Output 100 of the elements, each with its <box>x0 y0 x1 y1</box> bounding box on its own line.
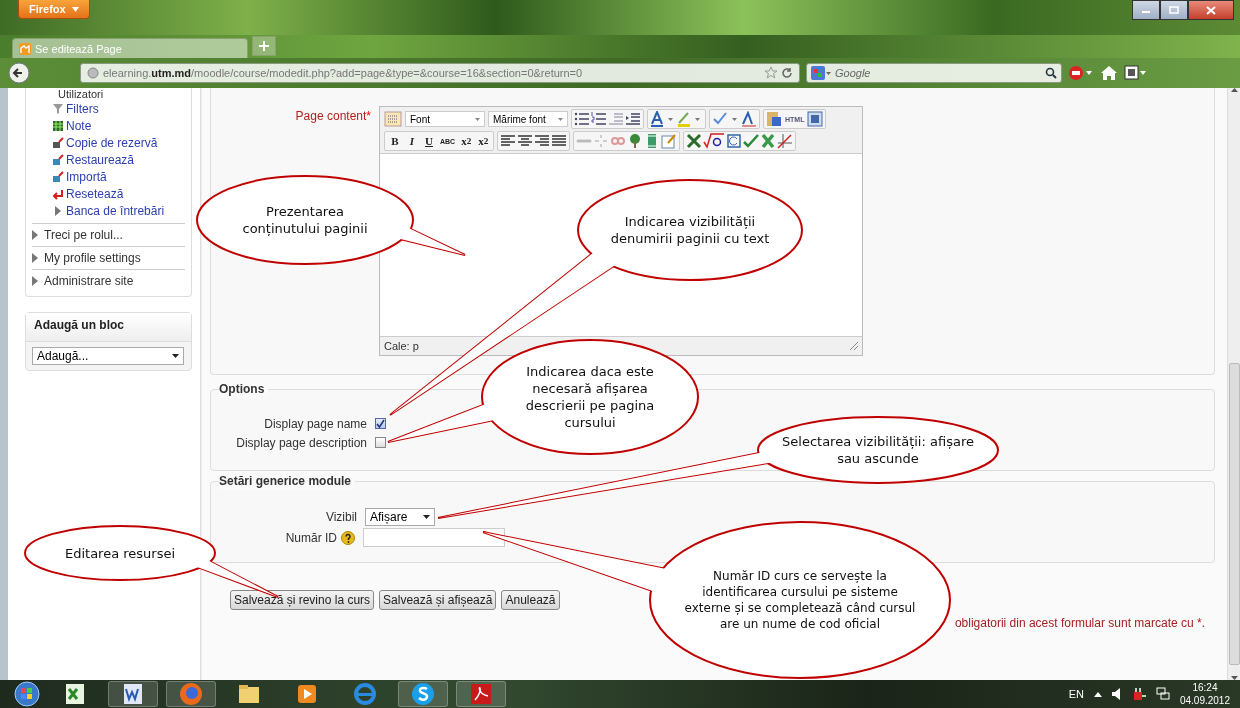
pdf-reader-icon <box>468 681 494 707</box>
edit-icon[interactable] <box>661 133 678 149</box>
styles-icon[interactable] <box>741 111 757 127</box>
field-label: Vizibil <box>324 509 358 524</box>
return-arrow-icon <box>52 187 64 200</box>
required-note: obligatorii din acest formular sunt marcate cu *. <box>954 616 1205 630</box>
maximize-icon <box>1169 6 1179 14</box>
sidebar-link[interactable]: Restaurează <box>66 152 135 167</box>
language-indicator[interactable]: EN <box>1068 688 1084 700</box>
form-button[interactable]: Salvează și revino la curs <box>230 590 375 610</box>
editor-path: Cale: p <box>384 340 419 352</box>
font-select[interactable]: Font <box>405 111 485 127</box>
sidebar-link[interactable]: Filters <box>66 101 99 116</box>
speaker-icon[interactable] <box>1111 688 1122 700</box>
sidebar-link[interactable]: Importă <box>66 169 107 184</box>
taskbar-button[interactable] <box>398 681 448 707</box>
justify-icon[interactable] <box>551 133 568 149</box>
sidebar-section[interactable]: Treci pe rolul... <box>44 228 123 242</box>
grid-icon <box>52 119 64 132</box>
form-button[interactable]: Salvează și afișează <box>379 590 497 610</box>
triangle-icon <box>32 253 38 263</box>
power-plug-icon[interactable] <box>1131 687 1146 701</box>
sidebar-link[interactable]: Note <box>66 118 92 133</box>
search-icon[interactable] <box>1045 67 1057 79</box>
date-label: 04.09.2012 <box>1179 694 1230 707</box>
box-arrow-icon <box>52 153 64 166</box>
field-label: Display page name <box>263 416 368 431</box>
format-button[interactable]: I <box>404 133 420 149</box>
caret-icon <box>558 117 563 121</box>
align-center-icon[interactable] <box>517 133 534 149</box>
home-icon[interactable] <box>1100 65 1118 81</box>
form-button[interactable]: Anulează <box>501 590 560 610</box>
indent-icon[interactable] <box>625 111 641 127</box>
browser-icon <box>178 681 204 707</box>
sidebar-section[interactable]: Administrare site <box>44 274 134 288</box>
caret-icon <box>172 354 179 358</box>
network-icon[interactable] <box>1155 687 1170 701</box>
format-button[interactable]: B <box>387 133 403 149</box>
square-root-icon[interactable] <box>703 133 726 149</box>
caret-icon <box>423 514 430 519</box>
font-select[interactable]: Mărime font <box>488 111 568 127</box>
resize-grip-icon[interactable] <box>850 342 858 350</box>
sidebar-section[interactable]: My profile settings <box>44 251 141 265</box>
address-bar[interactable]: elearning.utm.md/moodle/course/modedit.php?add=page&type=&course=16&section=0&return=0 <box>80 63 800 83</box>
field-label: Număr ID <box>284 530 338 545</box>
sidebar-link[interactable]: Resetează <box>66 186 124 201</box>
triangle-icon <box>32 230 38 240</box>
visibility-select[interactable]: Afișare <box>365 507 435 526</box>
caret-icon <box>71 6 79 12</box>
new-tab-button[interactable] <box>252 36 276 56</box>
tray-arrow-icon[interactable] <box>1093 691 1102 697</box>
sidebar-link[interactable]: Banca de întrebări <box>66 203 165 218</box>
fullscreen-icon[interactable] <box>807 111 824 127</box>
id-number-field[interactable] <box>363 528 505 547</box>
graph-icon[interactable] <box>777 133 794 149</box>
align-right-icon[interactable] <box>534 133 551 149</box>
align-left-icon[interactable] <box>500 133 517 149</box>
format-button[interactable]: U <box>421 133 437 149</box>
numbered-list-icon[interactable] <box>591 111 607 127</box>
box-arrow-icon <box>52 136 64 149</box>
callout-text: Selectarea vizibilității: afișare sau ascunde <box>781 433 975 467</box>
section-legend: Setări generice module <box>219 474 356 490</box>
callout-text: Prezentarea conținutului paginii <box>241 203 369 237</box>
scrollbar[interactable] <box>1227 88 1240 680</box>
start-button-icon[interactable] <box>12 681 42 707</box>
square-icon[interactable] <box>726 133 743 149</box>
clock[interactable]: 16:24 04.09.2012 <box>1179 681 1230 707</box>
callout-text: Număr ID curs ce servește la identificarea cursului pe sisteme externe și se completează când cursul are un nume de cod oficial <box>683 568 917 632</box>
callout-text: Editarea resursei <box>63 544 177 562</box>
close-icon <box>1206 5 1216 15</box>
bulleted-list-icon[interactable] <box>574 111 590 127</box>
star-icon[interactable] <box>765 67 777 79</box>
sidebar-link[interactable]: Copie de rezervă <box>66 135 158 150</box>
highlight-icon[interactable] <box>677 111 703 127</box>
taskbar-button[interactable] <box>108 681 158 707</box>
spellcheck-icon[interactable] <box>712 111 740 127</box>
cross-icon[interactable] <box>686 133 703 149</box>
callout-text: Indicarea vizibilității denumirii paginii cu text <box>609 213 771 247</box>
globe-icon <box>87 67 99 79</box>
search-field[interactable]: Google <box>806 63 1062 83</box>
close-button[interactable] <box>1188 0 1234 20</box>
block-select[interactable]: Adaugă... <box>32 347 184 365</box>
cross-icon[interactable] <box>760 133 777 149</box>
funnel-icon <box>52 102 64 115</box>
scrollbar-thumb[interactable] <box>1228 363 1240 665</box>
maximize-button[interactable] <box>1160 0 1188 20</box>
back-icon[interactable] <box>8 62 30 84</box>
checkbox[interactable] <box>375 437 386 448</box>
toolbar-toggle-icon[interactable] <box>384 111 402 127</box>
minimize-button[interactable] <box>1132 0 1160 20</box>
text-color-icon[interactable] <box>650 111 676 127</box>
reload-icon[interactable] <box>781 67 793 79</box>
help-icon[interactable] <box>341 530 355 545</box>
check-icon[interactable] <box>743 133 760 149</box>
sidebar-link[interactable]: Utilizatori <box>58 88 104 100</box>
time-label: 16:24 <box>1191 681 1219 694</box>
checkbox[interactable] <box>375 418 386 429</box>
field-label: Display page description <box>235 435 368 450</box>
plus-icon <box>259 41 269 51</box>
box-arrow-icon <box>52 170 64 183</box>
